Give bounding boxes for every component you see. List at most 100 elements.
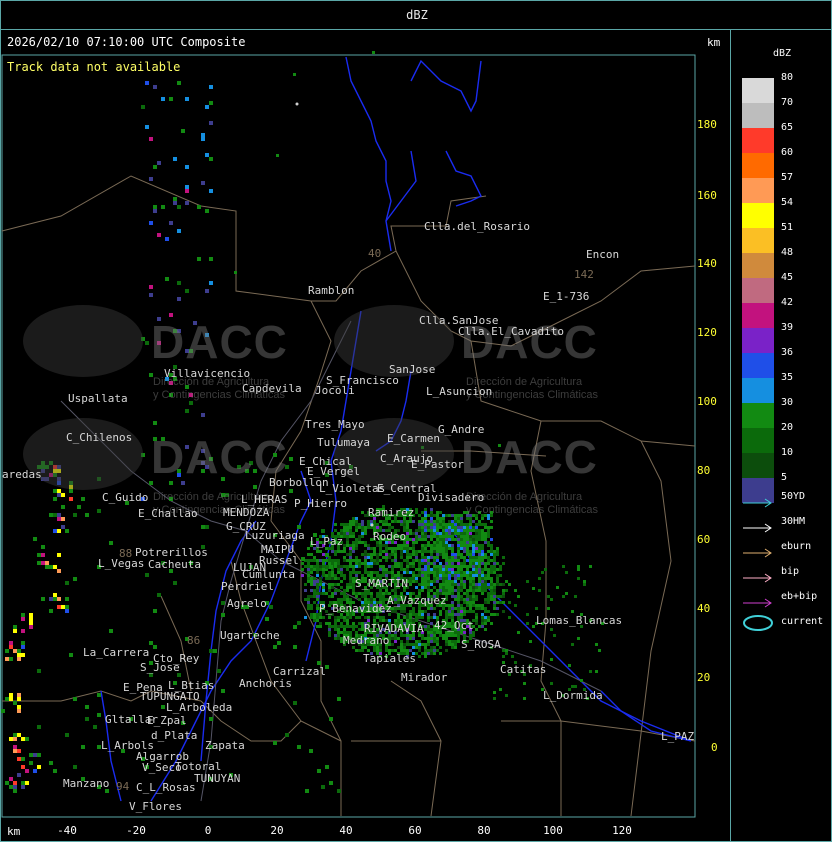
legend-level-label: 39 xyxy=(781,322,794,333)
legend-track-label: eburn xyxy=(781,541,812,552)
legend-swatch xyxy=(742,278,774,303)
track-arrow-icon xyxy=(741,593,775,608)
window-title: dBZ xyxy=(406,8,428,22)
track-arrow-icon xyxy=(741,518,775,533)
title-bar: dBZ xyxy=(0,0,832,30)
y-tick-label: 20 xyxy=(697,671,711,684)
place-label: Manzano xyxy=(63,777,110,790)
legend-swatch xyxy=(742,253,774,278)
place-label: E_Pastor xyxy=(411,458,464,471)
legend-level-label: 42 xyxy=(781,297,794,308)
place-label: S_MARTIN xyxy=(355,577,408,590)
legend-level-label: 48 xyxy=(781,247,794,258)
place-label: d_Plata xyxy=(151,729,198,742)
place-label: L_PAZ xyxy=(661,730,695,743)
place-label: 42_Oct xyxy=(434,619,474,632)
x-tick-label: 40 xyxy=(339,824,353,837)
y-tick-label: 40 xyxy=(697,602,711,615)
legend-swatch xyxy=(742,303,774,328)
place-label: Tres_Mayo xyxy=(305,418,365,431)
place-label: Tapiales xyxy=(363,652,416,665)
legend-level-label: 70 xyxy=(781,97,794,108)
legend-track-label: eb+bip xyxy=(781,591,818,602)
place-label: C_Guido xyxy=(102,491,149,504)
legend-level-label: 30 xyxy=(781,397,794,408)
place-label: E_Carmen xyxy=(387,432,440,445)
legend-level-label: 45 xyxy=(781,272,794,283)
x-axis-unit: km xyxy=(7,825,21,838)
place-label: Clla.del_Rosario xyxy=(424,220,530,233)
y-tick-label: 140 xyxy=(697,257,717,270)
x-tick-label: 20 xyxy=(270,824,284,837)
place-label: E_Challao xyxy=(138,507,198,520)
legend-level-label: 60 xyxy=(781,147,794,158)
x-tick-label: 80 xyxy=(477,824,491,837)
place-label: Ramirez xyxy=(368,506,415,519)
legend-level-label: 5 xyxy=(781,472,788,483)
place-label: Divisadero xyxy=(418,491,485,504)
legend-level-label: 51 xyxy=(781,222,794,233)
legend-level-label: 54 xyxy=(781,197,794,208)
place-label: C_L_Rosas xyxy=(136,781,196,794)
legend-swatch xyxy=(742,403,774,428)
place-label: S_Jose xyxy=(140,661,180,674)
watermark-brand: DACC xyxy=(151,431,288,483)
place-label: E_1-736 xyxy=(543,290,590,303)
place-label: E_Zpal xyxy=(147,714,187,727)
legend-swatch xyxy=(742,153,774,178)
place-label: Ramblon xyxy=(308,284,355,297)
watermark-brand: DACC xyxy=(151,316,288,368)
legend-swatch xyxy=(742,203,774,228)
x-tick-label: 120 xyxy=(612,824,632,837)
place-label: A_Vazquez xyxy=(387,594,447,607)
place-label: 40 xyxy=(368,247,382,260)
place-label: Anchoris xyxy=(239,677,292,690)
track-arrow-icon xyxy=(741,543,775,558)
legend-panel: dBZ 80 70 65 60 57 54 51 48 45 42 39 36 35 30 20 10 5 50… xyxy=(730,29,832,842)
legend-level-label: 80 xyxy=(781,72,794,83)
x-tick-label: 0 xyxy=(204,824,212,837)
place-label: 86 xyxy=(187,634,201,647)
y-tick-label: 80 xyxy=(697,464,711,477)
place-label: C_Chilenos xyxy=(66,431,133,444)
place-label: Tulumaya xyxy=(317,436,370,449)
legend-track-label: 30HM xyxy=(781,516,806,527)
legend-track-label: current xyxy=(781,616,824,627)
place-label: aredas xyxy=(2,468,42,481)
legend-swatch xyxy=(742,228,774,253)
legend-track-label: 50YD xyxy=(781,491,806,502)
y-tick-label: 60 xyxy=(697,533,711,546)
track-arrow-icon xyxy=(741,493,775,508)
legend-level-label: 36 xyxy=(781,347,794,358)
legend-swatch xyxy=(742,328,774,353)
place-label: 142 xyxy=(574,268,594,281)
place-label: Zapata xyxy=(205,739,245,752)
place-label: MENDOZA xyxy=(223,506,270,519)
place-label: S_Francisco xyxy=(326,374,399,387)
legend-level-label: 35 xyxy=(781,372,794,383)
place-label: Rodeo xyxy=(373,530,407,543)
place-label: Capdevila xyxy=(242,382,302,395)
place-label: L_Paz xyxy=(310,535,344,548)
legend-swatch xyxy=(742,453,774,478)
track-arrow-icon xyxy=(741,568,775,583)
place-label: Ugarteche xyxy=(220,629,280,642)
place-label: Clla.El_Cavadito xyxy=(458,325,564,338)
place-label: Catitas xyxy=(500,663,547,676)
place-label: Agrelo xyxy=(227,597,267,610)
place-label: Encon xyxy=(586,248,620,261)
y-axis-unit: km xyxy=(707,36,721,49)
place-label: S_ROSA xyxy=(461,638,501,651)
place-label: L_Arboleda xyxy=(166,701,233,714)
watermark-subtitle: Dirección de Agricultura y Contingencias … xyxy=(466,491,599,516)
watermark-brand: DACC xyxy=(461,431,598,483)
place-label: L_Asuncion xyxy=(426,385,493,398)
x-tick-label: 60 xyxy=(408,824,422,837)
legend-swatch xyxy=(742,353,774,378)
place-label: Perdriel xyxy=(221,580,274,593)
y-tick-label: 100 xyxy=(697,395,717,408)
radar-map-panel[interactable]: DACC Dirección de Agricultura y Contingen… xyxy=(0,29,731,842)
place-label: L_Violetas xyxy=(319,482,386,495)
x-tick-label: 100 xyxy=(543,824,563,837)
place-label: La_Carrera xyxy=(83,646,150,659)
